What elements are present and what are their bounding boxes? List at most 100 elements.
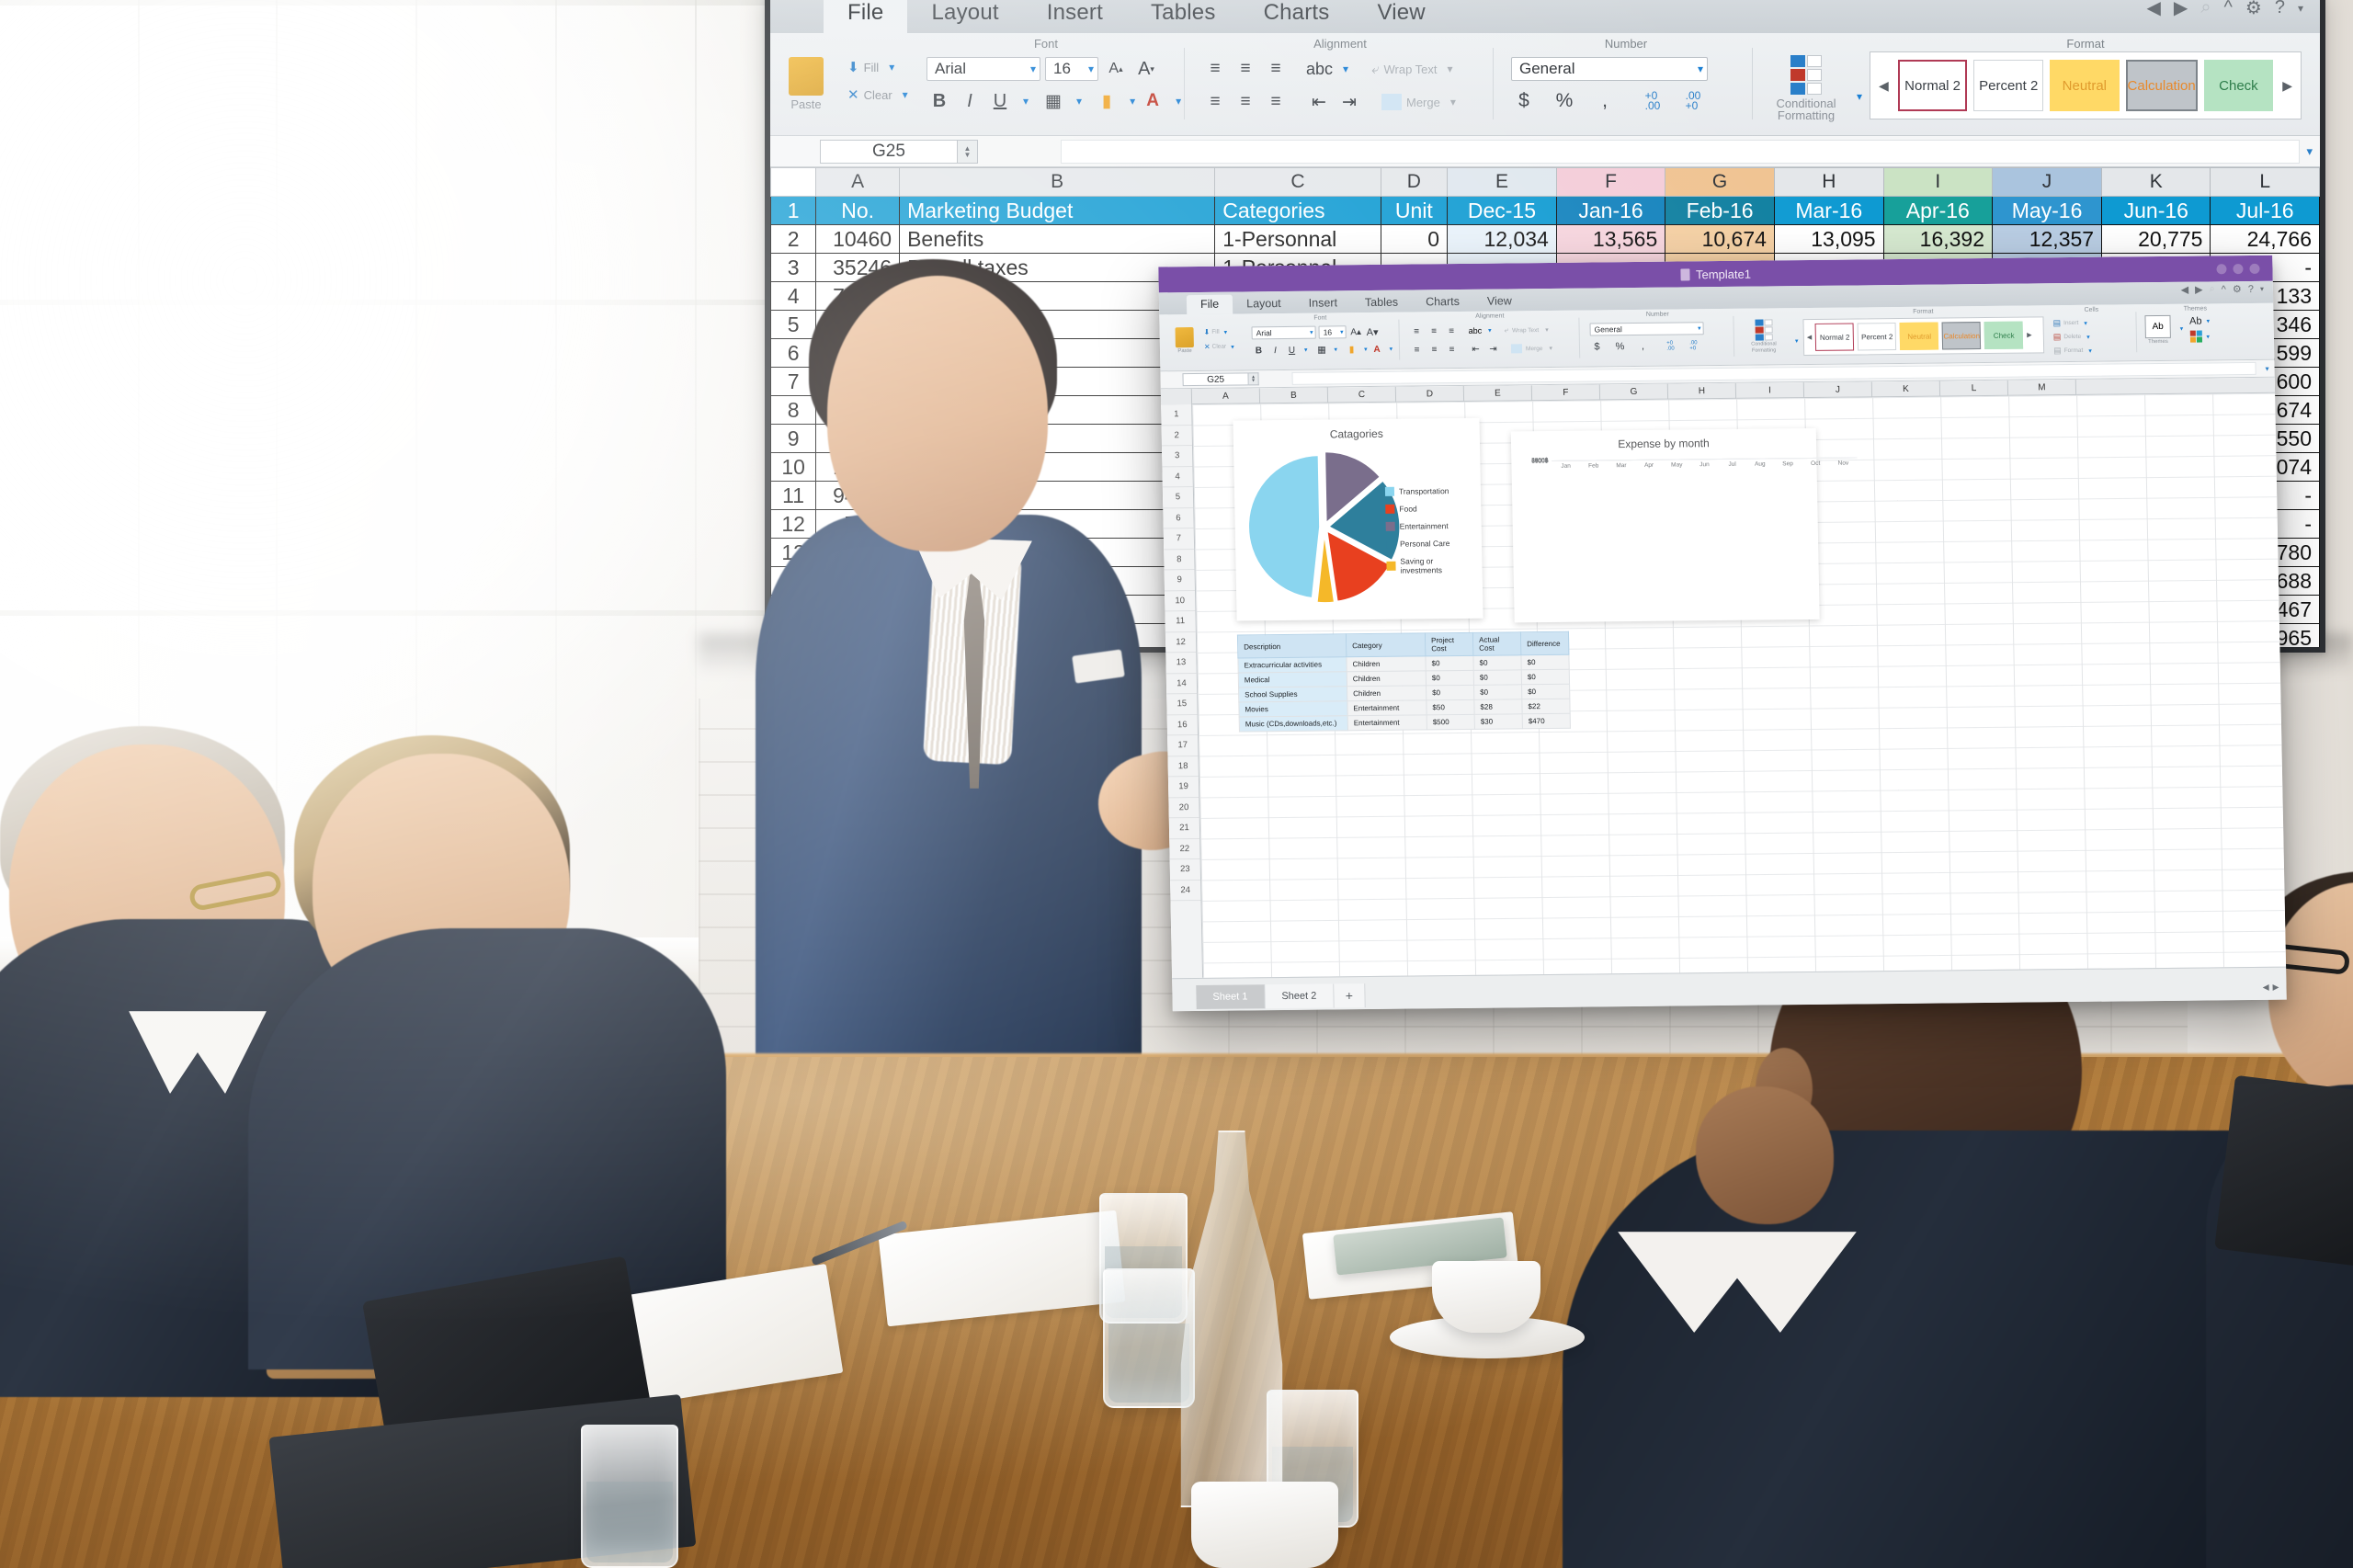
- shrink-font-icon[interactable]: A ▾: [1133, 57, 1159, 81]
- fg-row-header-8[interactable]: 8: [1164, 549, 1195, 571]
- conditional-formatting-icon[interactable]: [1790, 55, 1822, 95]
- fg-themes-caret-icon[interactable]: ▾: [2180, 325, 2184, 333]
- fg-row-header-16[interactable]: 16: [1166, 714, 1199, 736]
- table-cell[interactable]: $30: [1474, 713, 1523, 730]
- cell-k1[interactable]: Jun-16: [2101, 196, 2211, 225]
- fg-style-normal-2[interactable]: Normal 2: [1814, 323, 1855, 351]
- row-header-3[interactable]: 3: [770, 253, 817, 282]
- fg-bold-icon[interactable]: B: [1252, 344, 1266, 357]
- cell-c2[interactable]: 1-Personnal: [1214, 224, 1381, 254]
- fg-underline-icon[interactable]: U: [1285, 344, 1299, 357]
- underline-icon[interactable]: U: [987, 89, 1013, 113]
- align-top-icon[interactable]: ≡: [1202, 57, 1228, 81]
- formula-expand-icon[interactable]: ▾: [2306, 144, 2313, 159]
- chevron-down-icon[interactable]: ▾: [2298, 2, 2303, 15]
- table-cell[interactable]: $28: [1473, 699, 1523, 715]
- gallery-next-icon[interactable]: ▶: [2279, 78, 2295, 94]
- scroll-left-icon[interactable]: ◀: [2263, 983, 2269, 993]
- fg-align-center-icon[interactable]: ≡: [1427, 343, 1441, 356]
- fg-increase-indent-icon[interactable]: ⇥: [1486, 343, 1500, 356]
- fg-borders-caret-icon[interactable]: ▾: [1334, 346, 1337, 353]
- fg-row-header-11[interactable]: 11: [1165, 611, 1196, 632]
- fg-align-top-icon[interactable]: ≡: [1409, 324, 1423, 337]
- col-header-a[interactable]: A: [815, 167, 901, 197]
- col-header-g[interactable]: G: [1665, 167, 1775, 197]
- cell-h2[interactable]: 13,095: [1773, 224, 1884, 254]
- fg-clear-caret-icon[interactable]: ▾: [1231, 343, 1234, 350]
- borders-caret-icon[interactable]: ▾: [1076, 95, 1082, 108]
- fg-col-header-i[interactable]: I: [1735, 382, 1805, 399]
- column-header[interactable]: Difference: [1520, 631, 1569, 655]
- search-icon[interactable]: ⌕: [2200, 0, 2211, 18]
- fg-decrease-decimal-icon[interactable]: .00 +0: [1687, 339, 1700, 352]
- style-percent-2[interactable]: Percent 2: [1973, 60, 2044, 111]
- fg-row-header-14[interactable]: 14: [1165, 673, 1198, 695]
- fg-fill-icon[interactable]: ⬇: [1204, 328, 1211, 336]
- fg-format-caret-icon[interactable]: ▾: [2088, 347, 2092, 354]
- table-cell[interactable]: Extracurricular activities: [1237, 656, 1347, 674]
- row-header-2[interactable]: 2: [770, 224, 817, 254]
- style-normal-2[interactable]: Normal 2: [1897, 60, 1968, 111]
- fg-row-header-18[interactable]: 18: [1167, 756, 1199, 778]
- table-cell[interactable]: $22: [1521, 699, 1571, 714]
- collapse-ribbon-icon[interactable]: ^: [2224, 0, 2233, 18]
- fg-row-header-9[interactable]: 9: [1164, 570, 1196, 591]
- fg-row-header-24[interactable]: 24: [1170, 880, 1201, 902]
- comma-icon[interactable]: ,: [1592, 89, 1618, 113]
- tab-file[interactable]: File: [824, 0, 908, 33]
- name-box-stepper[interactable]: ▲ ▼: [958, 139, 978, 164]
- align-middle-icon[interactable]: ≡: [1233, 57, 1258, 81]
- fg-align-middle-icon[interactable]: ≡: [1427, 324, 1440, 337]
- style-calculation[interactable]: Calculation: [2125, 60, 2198, 111]
- cell-c1[interactable]: Categories: [1214, 196, 1381, 225]
- fg-collapse-ribbon-icon[interactable]: ^: [2222, 284, 2226, 295]
- fg-conditional-caret-icon[interactable]: ▾: [1795, 337, 1799, 345]
- cell-g1[interactable]: Feb-16: [1665, 196, 1775, 225]
- currency-icon[interactable]: $: [1511, 89, 1537, 113]
- column-header[interactable]: Actual Cost: [1472, 631, 1521, 656]
- column-header[interactable]: Category: [1346, 632, 1426, 657]
- fg-col-header-a[interactable]: A: [1191, 388, 1261, 405]
- fg-col-header-c[interactable]: C: [1327, 386, 1397, 403]
- row-header-12[interactable]: 12: [770, 509, 817, 539]
- table-cell[interactable]: $50: [1426, 699, 1475, 715]
- fill-caret-icon[interactable]: ▾: [889, 61, 894, 74]
- table-cell[interactable]: Music (CDs,downloads,etc.): [1239, 715, 1348, 733]
- cell-j2[interactable]: 12,357: [1992, 224, 2103, 254]
- fg-theme-colors-icon[interactable]: [2189, 330, 2202, 343]
- cell-e1[interactable]: Dec-15: [1447, 196, 1557, 225]
- cell-e2[interactable]: 12,034: [1447, 224, 1557, 254]
- fg-tab-insert[interactable]: Insert: [1295, 293, 1352, 313]
- table-cell[interactable]: $0: [1521, 669, 1570, 685]
- gallery-prev-icon[interactable]: ◀: [1876, 78, 1892, 94]
- col-header-j[interactable]: J: [1992, 167, 2103, 197]
- name-box[interactable]: G25: [820, 139, 958, 164]
- row-header-9[interactable]: 9: [770, 424, 817, 453]
- table-cell[interactable]: $0: [1473, 669, 1522, 686]
- fg-grid-corner[interactable]: [1160, 389, 1193, 405]
- fg-row-header-7[interactable]: 7: [1163, 528, 1195, 550]
- table-cell[interactable]: $0: [1425, 655, 1474, 671]
- table-cell[interactable]: Movies: [1238, 700, 1348, 718]
- fg-theme-font-caret-icon[interactable]: ▾: [2206, 317, 2211, 324]
- orientation-caret-icon[interactable]: ▾: [1343, 62, 1348, 75]
- cell-i2[interactable]: 16,392: [1882, 224, 1994, 254]
- table-row[interactable]: 2 10460 Benefits 1-Personnal 0 12,034 13,565 10…: [770, 224, 2320, 254]
- fg-clear-icon[interactable]: ✕: [1204, 343, 1211, 351]
- align-center-icon[interactable]: ≡: [1233, 90, 1258, 114]
- fg-orientation-label[interactable]: abc: [1469, 326, 1483, 335]
- fg-row-header-13[interactable]: 13: [1165, 652, 1197, 674]
- style-check[interactable]: Check: [2203, 60, 2274, 111]
- fg-row-header-1[interactable]: 1: [1161, 404, 1192, 426]
- row-header-10[interactable]: 10: [770, 452, 817, 482]
- col-header-e[interactable]: E: [1447, 167, 1557, 197]
- clear-caret-icon[interactable]: ▾: [903, 88, 908, 101]
- cell-l2[interactable]: 24,766: [2210, 224, 2320, 254]
- table-cell[interactable]: Medical: [1238, 671, 1347, 688]
- gear-icon[interactable]: ⚙: [2245, 0, 2262, 19]
- decrease-decimal-icon[interactable]: .00 +0: [1680, 89, 1706, 113]
- col-header-f[interactable]: F: [1555, 167, 1666, 197]
- tab-layout[interactable]: Layout: [907, 0, 1022, 33]
- fg-italic-icon[interactable]: I: [1268, 344, 1282, 357]
- fg-delete-caret-icon[interactable]: ▾: [2086, 333, 2090, 340]
